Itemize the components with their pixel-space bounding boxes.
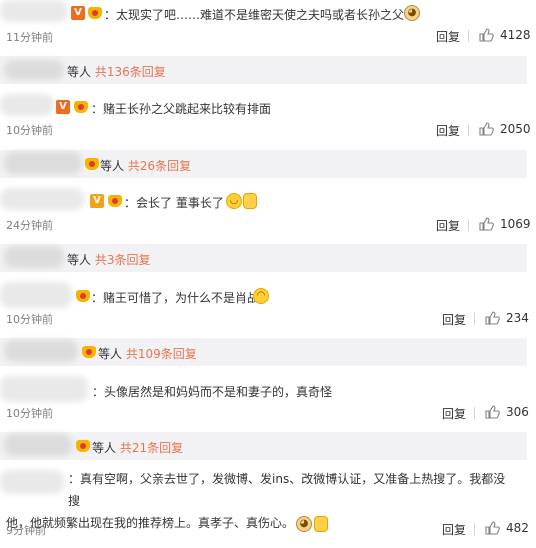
vip-crown-icon	[88, 7, 102, 19]
vip-crown-icon	[85, 158, 99, 170]
more-replies-link[interactable]: 共26条回复	[128, 159, 191, 173]
divider	[474, 407, 475, 419]
comment-text: ：赌王可惜了，为什么不是肖战	[91, 291, 260, 305]
comment-text: ：太现实了吧……难道不是维密天使之夫吗或者长孙之父	[104, 8, 405, 22]
doge-emoji-icon: ◕	[296, 515, 313, 532]
more-replies-link[interactable]: 共136条回复	[95, 65, 166, 79]
more-replies[interactable]: 等人 共109条回复	[98, 345, 197, 362]
reply-button[interactable]: 回复	[442, 521, 466, 538]
comment-time: 11分钟前	[6, 31, 53, 44]
like-count: 234	[506, 311, 529, 325]
like-count: 306	[506, 405, 529, 419]
thumb-emoji-icon	[243, 193, 257, 209]
more-replies-bar[interactable]	[0, 338, 527, 366]
comment-text-line: 他，他就频繁出现在我的推荐榜上。真孝子、真伤心。 ◕	[6, 512, 511, 534]
comment-time: 10分钟前	[6, 124, 53, 137]
divider	[474, 313, 475, 325]
divider	[474, 523, 475, 535]
vip-crown-icon	[74, 101, 88, 113]
vip-crown-icon	[108, 195, 122, 207]
more-replies[interactable]: 等人 共21条回复	[92, 439, 183, 456]
comment-text: ：头像居然是和妈妈而不是和妻子的，真奇怪	[92, 385, 333, 399]
more-replies-link[interactable]: 共21条回复	[120, 441, 183, 455]
comment-time: 10分钟前	[6, 313, 53, 326]
thumbs-up-icon[interactable]	[479, 28, 494, 42]
vip-crown-icon	[82, 346, 96, 358]
thumbs-up-icon[interactable]	[485, 405, 500, 419]
reply-button[interactable]: 回复	[442, 405, 466, 422]
reply-button[interactable]: 回复	[436, 122, 460, 139]
reply-button[interactable]: 回复	[442, 311, 466, 328]
comment-time: 24分钟前	[6, 219, 53, 232]
comment-time: 10分钟前	[6, 407, 53, 420]
thumbs-up-icon[interactable]	[479, 122, 494, 136]
verified-v-icon: V	[90, 194, 104, 208]
thumbs-up-icon[interactable]	[485, 311, 500, 325]
reply-button[interactable]: 回复	[436, 28, 460, 45]
like-count: 4128	[500, 28, 531, 42]
more-replies-link[interactable]: 共109条回复	[126, 347, 197, 361]
thumb-emoji-icon	[314, 515, 329, 532]
like-count: 482	[506, 521, 529, 535]
comment-text: ：赌王长孙之父跳起来比较有排面	[91, 102, 272, 116]
comment-text: ：会长了 董事长了	[124, 196, 224, 210]
vip-crown-icon	[76, 440, 90, 452]
thumbs-up-icon[interactable]	[479, 217, 494, 231]
doge-emoji-icon: ◕	[404, 5, 420, 21]
comment-time: 9分钟前	[6, 524, 46, 537]
reply-button[interactable]: 回复	[436, 217, 460, 234]
more-replies[interactable]: 等人 共3条回复	[67, 251, 150, 268]
divider	[468, 124, 469, 136]
divider	[468, 30, 469, 42]
verified-v-icon: V	[56, 100, 70, 114]
like-count: 2050	[500, 122, 531, 136]
more-replies-link[interactable]: 共3条回复	[95, 253, 151, 267]
verified-v-icon: V	[71, 6, 85, 20]
vip-crown-icon	[76, 290, 90, 302]
like-count: 1069	[500, 217, 531, 231]
grin-emoji-icon: ◡	[226, 193, 242, 209]
more-replies[interactable]: 等人 共26条回复	[100, 157, 191, 174]
divider	[468, 219, 469, 231]
comment-text-line: ：真有空啊，父亲去世了，发微博、发ins、改微博认证，又准备上热搜了。我都没搜	[68, 472, 506, 508]
more-replies[interactable]: 等人 共136条回复	[67, 63, 166, 80]
thumbs-up-icon[interactable]	[485, 521, 500, 535]
comment-text: ：真有空啊，父亲去世了，发微博、发ins、改微博认证，又准备上热搜了。我都没搜 …	[6, 468, 511, 534]
sad-emoji-icon: ◠	[253, 288, 269, 304]
